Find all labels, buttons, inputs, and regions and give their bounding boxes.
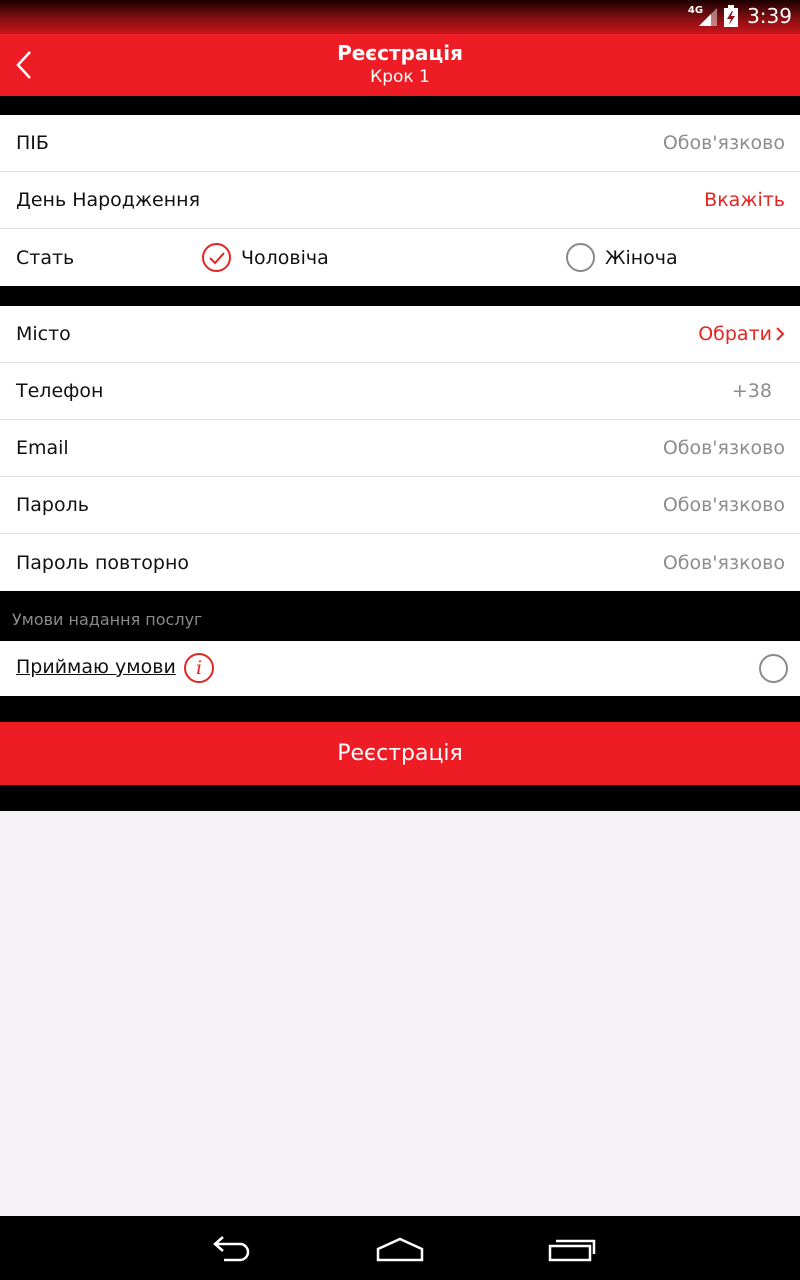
pib-label: ПІБ	[16, 132, 49, 154]
pib-input[interactable]: Обов'язково	[663, 132, 785, 154]
back-arrow-icon	[213, 1236, 250, 1262]
chevron-right-icon	[776, 327, 785, 341]
password-input[interactable]: Обов'язково	[663, 494, 785, 516]
city-label: Місто	[16, 323, 71, 345]
terms-row: Приймаю умови i	[0, 641, 800, 696]
nav-back-button[interactable]	[206, 1230, 254, 1270]
account-info-group: Місто Обрати Телефон +38 Email Обов'язко…	[0, 306, 800, 591]
app-bar: Реєстрація Крок 1	[0, 34, 800, 96]
home-icon	[376, 1237, 424, 1262]
register-button[interactable]: Реєстрація	[0, 722, 800, 785]
accept-terms-checkbox[interactable]	[759, 654, 788, 683]
navigation-bar	[0, 1216, 800, 1280]
status-bar: 4G 3:39	[0, 0, 800, 34]
password-row[interactable]: Пароль Обов'язково	[0, 477, 800, 534]
gender-label: Стать	[16, 246, 75, 269]
email-row[interactable]: Email Обов'язково	[0, 420, 800, 477]
personal-info-group: ПІБ Обов'язково День Народження Вкажіть …	[0, 115, 800, 286]
info-icon[interactable]: i	[184, 653, 214, 683]
clock: 3:39	[747, 4, 792, 28]
password-repeat-row[interactable]: Пароль повторно Обов'язково	[0, 534, 800, 591]
gender-female-radio[interactable]: Жіноча	[566, 243, 678, 272]
accept-terms-link[interactable]: Приймаю умови	[16, 656, 176, 678]
password-repeat-input[interactable]: Обов'язково	[663, 552, 785, 574]
city-row[interactable]: Місто Обрати	[0, 306, 800, 363]
empty-area	[0, 811, 800, 1216]
gender-male-label: Чоловіча	[241, 246, 329, 269]
phone-label: Телефон	[16, 380, 104, 402]
terms-section-header: Умови надання послуг	[12, 610, 203, 629]
birthday-label: День Народження	[16, 189, 201, 211]
gender-row: Стать Чоловіча Жіноча	[0, 229, 800, 286]
status-icons: 4G 3:39	[688, 4, 792, 28]
radio-checked-icon	[202, 243, 231, 272]
birthday-picker[interactable]: Вкажіть	[704, 189, 785, 211]
phone-input[interactable]: +38	[732, 380, 772, 402]
gender-male-radio[interactable]: Чоловіча	[202, 243, 329, 272]
gender-female-label: Жіноча	[605, 246, 678, 269]
network-type: 4G	[687, 4, 704, 16]
city-select[interactable]: Обрати	[698, 323, 772, 345]
page-subtitle: Крок 1	[370, 67, 430, 87]
password-repeat-label: Пароль повторно	[16, 551, 190, 574]
nav-recents-button[interactable]	[546, 1230, 598, 1270]
pib-row[interactable]: ПІБ Обов'язково	[0, 115, 800, 172]
email-input[interactable]: Обов'язково	[663, 437, 785, 459]
radio-unchecked-icon	[566, 243, 595, 272]
phone-row[interactable]: Телефон +38	[0, 363, 800, 420]
nav-home-button[interactable]	[374, 1230, 426, 1270]
email-label: Email	[16, 437, 69, 459]
birthday-row[interactable]: День Народження Вкажіть	[0, 172, 800, 229]
password-label: Пароль	[16, 494, 89, 516]
page-title: Реєстрація	[337, 41, 463, 65]
battery-icon	[724, 5, 739, 27]
recents-icon	[548, 1239, 596, 1262]
